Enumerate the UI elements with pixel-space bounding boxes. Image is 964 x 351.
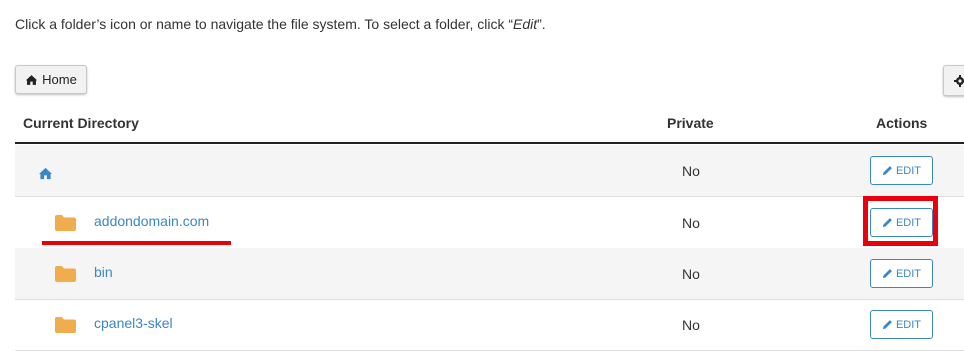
pencil-icon bbox=[882, 269, 892, 279]
table-row: No EDIT bbox=[15, 145, 964, 197]
instructions-text: Click a folder’s icon or name to navigat… bbox=[15, 16, 546, 32]
folder-icon[interactable] bbox=[55, 215, 76, 231]
instructions-edit-word: Edit bbox=[513, 16, 538, 32]
private-value: No bbox=[682, 317, 700, 333]
edit-button-label: EDIT bbox=[895, 267, 922, 280]
column-header-actions: Actions bbox=[876, 115, 928, 131]
edit-button-label: EDIT bbox=[895, 164, 922, 177]
settings-button[interactable] bbox=[943, 65, 964, 96]
annotation-highlight-box bbox=[863, 196, 938, 246]
table-header: Current Directory Private Actions bbox=[15, 110, 964, 144]
home-button[interactable]: Home bbox=[15, 65, 87, 94]
folder-name-link[interactable]: addondomain.com bbox=[94, 213, 209, 229]
private-value: No bbox=[682, 266, 700, 282]
folder-icon[interactable] bbox=[55, 317, 76, 333]
gear-icon bbox=[954, 74, 964, 87]
home-icon bbox=[25, 74, 38, 85]
pencil-icon bbox=[882, 320, 892, 330]
private-value: No bbox=[682, 215, 700, 231]
table-row: bin No EDIT bbox=[15, 248, 964, 300]
home-button-label: Home bbox=[42, 72, 77, 87]
table-row: cpanel3-skel No EDIT bbox=[15, 299, 964, 351]
folder-name-link[interactable]: cpanel3-skel bbox=[94, 315, 173, 331]
edit-button-label: EDIT bbox=[895, 318, 922, 331]
edit-button[interactable]: EDIT bbox=[870, 310, 933, 339]
pencil-icon bbox=[882, 166, 892, 176]
instructions-text-start: Click a folder’s icon or name to navigat… bbox=[15, 16, 514, 32]
column-header-private: Private bbox=[667, 115, 714, 131]
instructions-text-end: ”. bbox=[537, 16, 546, 32]
column-header-directory: Current Directory bbox=[23, 115, 139, 131]
folder-name-link[interactable]: bin bbox=[94, 264, 113, 280]
edit-button[interactable]: EDIT bbox=[870, 156, 933, 185]
folder-icon[interactable] bbox=[55, 266, 76, 282]
edit-button[interactable]: EDIT bbox=[870, 259, 933, 288]
home-icon[interactable] bbox=[38, 167, 53, 180]
annotation-underline bbox=[42, 241, 231, 245]
private-value: No bbox=[682, 163, 700, 179]
